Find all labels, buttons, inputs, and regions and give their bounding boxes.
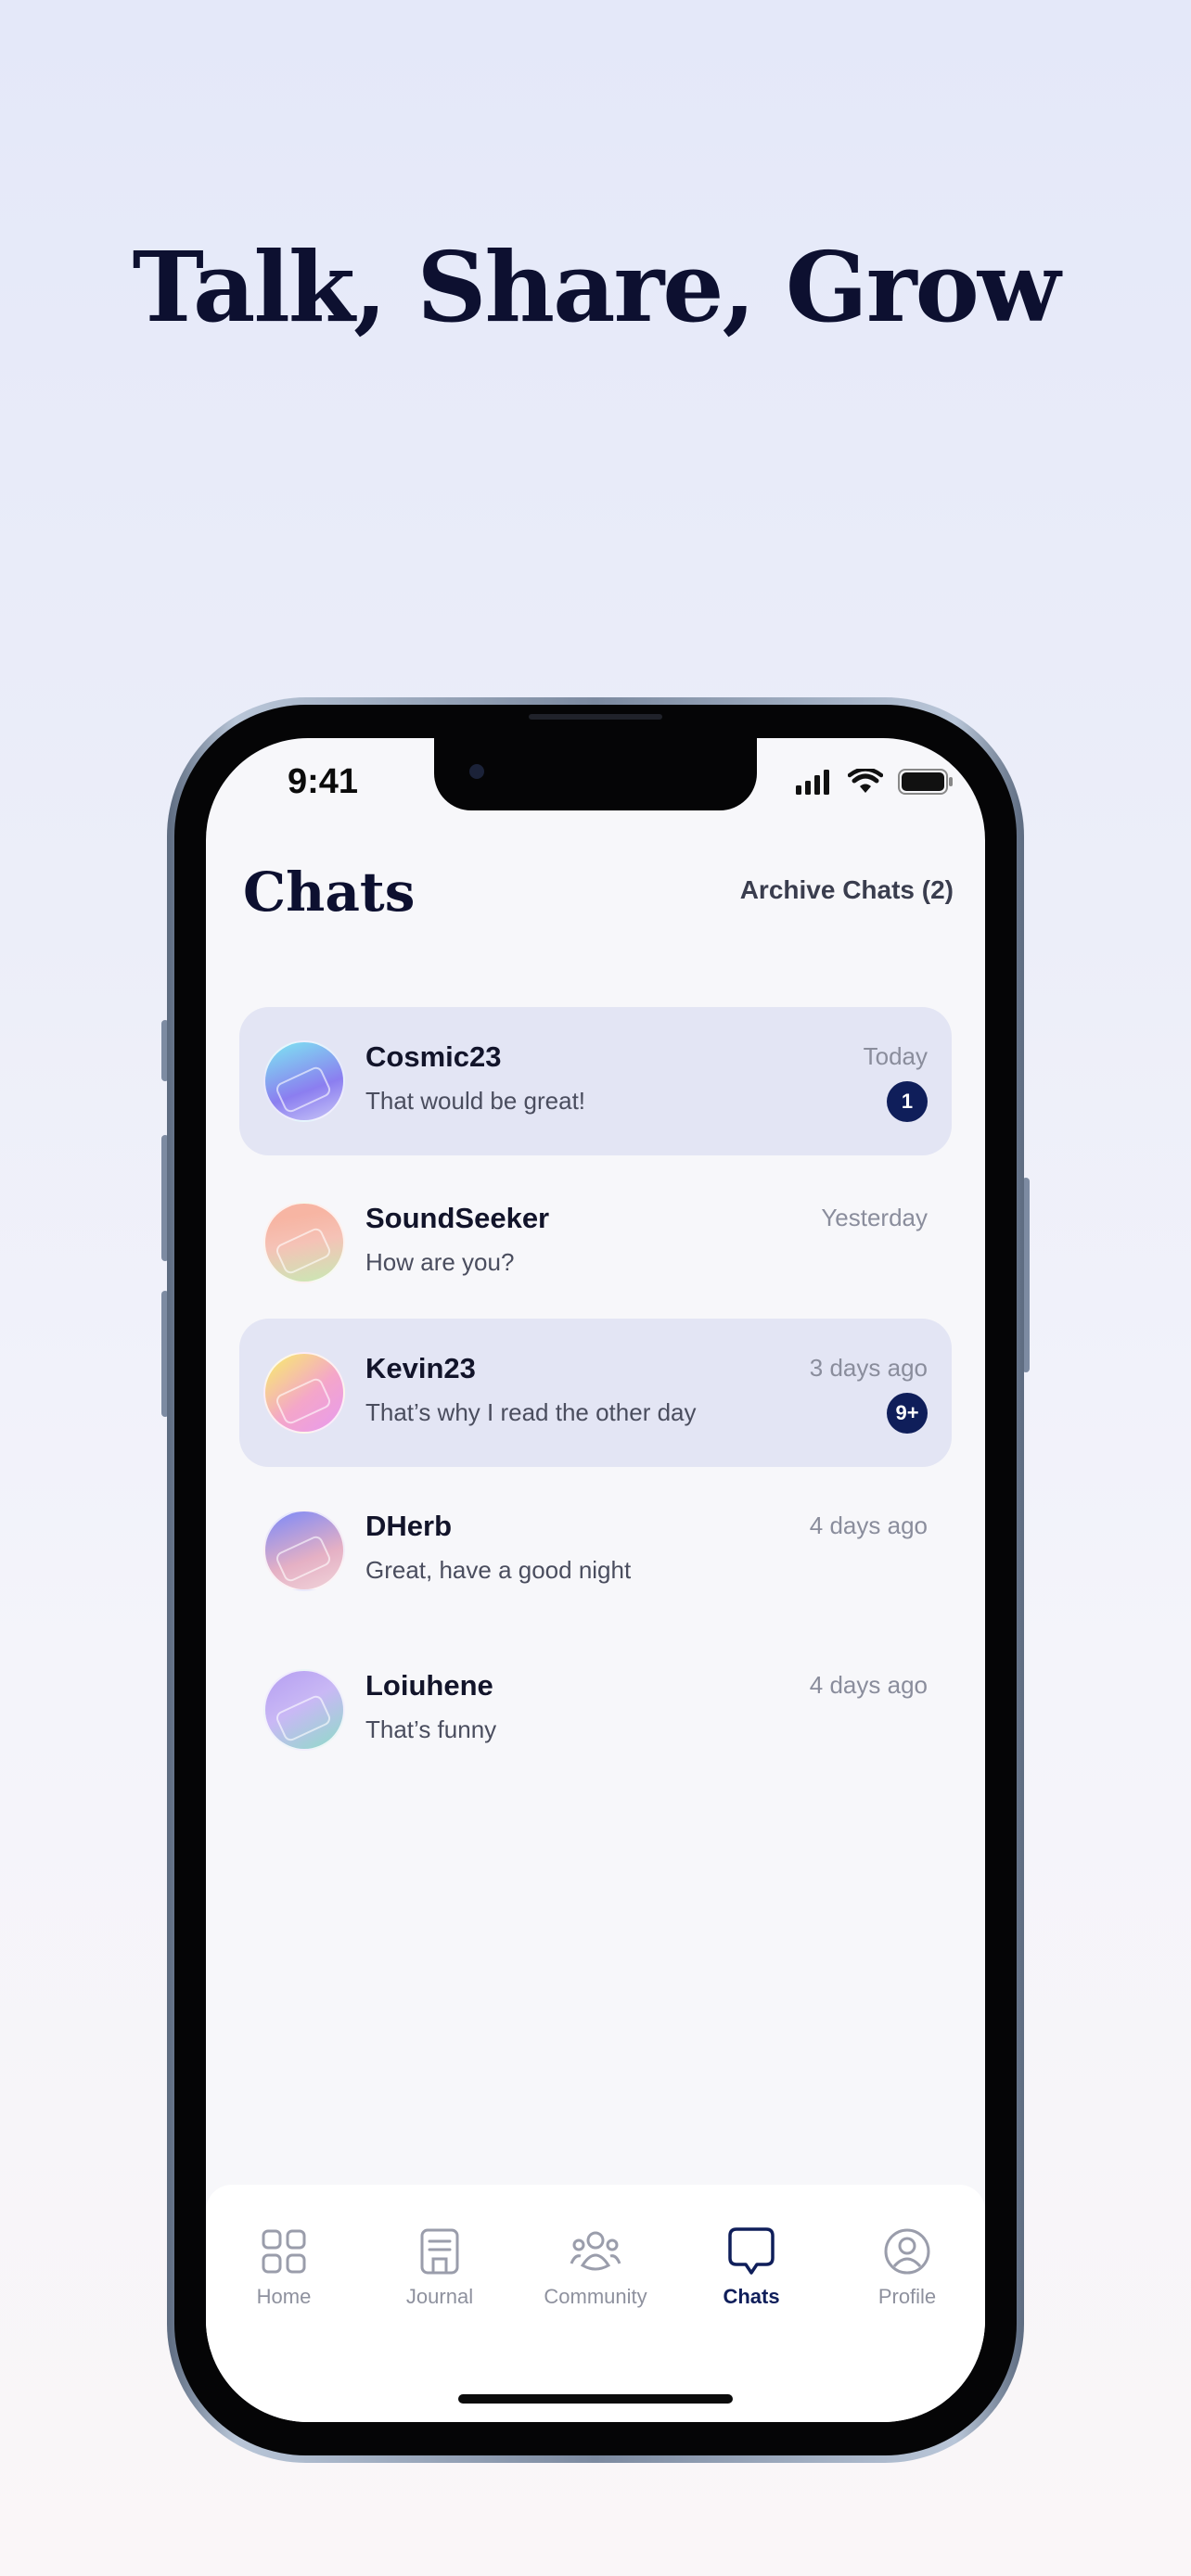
status-icons [796, 768, 954, 796]
chat-list: Cosmic23 That would be great! Today 1 So… [239, 1007, 952, 1795]
unread-badge: 9+ [887, 1393, 928, 1434]
chat-name: Loiuhene [365, 1669, 493, 1702]
chat-name: Cosmic23 [365, 1040, 502, 1073]
tab-community[interactable]: Community [531, 2225, 660, 2309]
chat-preview: That would be great! [365, 1087, 586, 1115]
tab-label: Chats [723, 2285, 780, 2308]
profile-icon [884, 2228, 930, 2275]
journal-icon [420, 2228, 459, 2275]
grid-icon [262, 2229, 306, 2274]
chat-row-loiuhene[interactable]: Loiuhene That’s funny 4 days ago [239, 1636, 952, 1784]
unread-badge: 1 [887, 1081, 928, 1122]
chat-row-kevin23[interactable]: Kevin23 That’s why I read the other day … [239, 1319, 952, 1467]
battery-icon [898, 769, 953, 795]
chat-name: Kevin23 [365, 1352, 476, 1384]
avatar [263, 1510, 345, 1591]
chat-preview: Great, have a good night [365, 1556, 632, 1584]
chat-name: SoundSeeker [365, 1202, 550, 1234]
chat-row-cosmic23[interactable]: Cosmic23 That would be great! Today 1 [239, 1007, 952, 1155]
tab-profile[interactable]: Profile [842, 2225, 972, 2309]
chat-preview: How are you? [365, 1248, 515, 1276]
tab-journal[interactable]: Journal [375, 2225, 505, 2309]
chat-timestamp: 3 days ago [809, 1354, 928, 1382]
chat-row-dherb[interactable]: DHerb Great, have a good night 4 days ag… [239, 1476, 952, 1625]
tab-label: Community [544, 2285, 647, 2308]
chat-timestamp: 4 days ago [809, 1511, 928, 1539]
chat-preview: That’s why I read the other day [365, 1398, 697, 1426]
chat-row-soundseeker[interactable]: SoundSeeker How are you? Yesterday [239, 1168, 952, 1317]
tab-bar: Home Journal Community Chats Profile [206, 2185, 985, 2422]
status-time: 9:41 [288, 762, 359, 801]
chat-bubble-icon [728, 2227, 775, 2275]
avatar [263, 1202, 345, 1283]
page-title: Chats [243, 861, 416, 924]
notch [434, 738, 757, 810]
signal-icon [796, 770, 829, 795]
chat-name: DHerb [365, 1510, 453, 1542]
chat-timestamp: 4 days ago [809, 1671, 928, 1699]
avatar [263, 1040, 345, 1122]
avatar [263, 1352, 345, 1434]
tab-label: Profile [877, 2285, 937, 2308]
phone-screen: 9:41 Chats Archive Chats (2) Cosmic23 Th… [206, 738, 985, 2422]
headline: Talk, Share, Grow [132, 230, 1061, 344]
community-icon [570, 2231, 621, 2271]
chat-preview: That’s funny [365, 1715, 497, 1743]
wifi-icon [848, 769, 883, 793]
tab-label: Home [256, 2285, 312, 2308]
tab-home[interactable]: Home [219, 2225, 349, 2309]
chat-timestamp: Yesterday [821, 1204, 928, 1231]
camera-icon [469, 764, 484, 779]
home-indicator [458, 2394, 733, 2404]
chat-timestamp: Today [863, 1042, 928, 1070]
tab-chats[interactable]: Chats [686, 2225, 816, 2309]
avatar [263, 1669, 345, 1751]
archive-chats-link[interactable]: Archive Chats (2) [740, 875, 954, 905]
speaker-grille [529, 714, 662, 720]
tab-label: Journal [405, 2285, 474, 2308]
